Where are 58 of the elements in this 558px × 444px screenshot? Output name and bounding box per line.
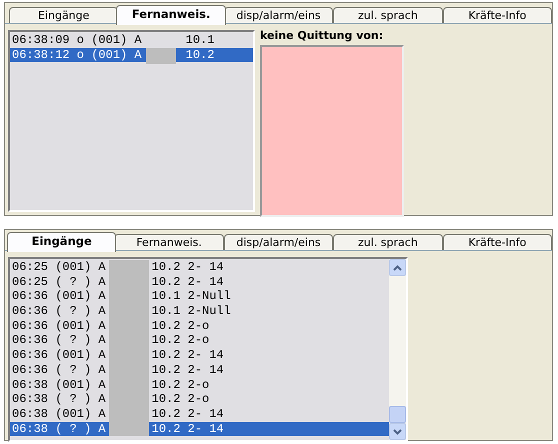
list-item[interactable]: 06:36 ( ? ) A 10.2 2- 14 xyxy=(10,362,389,378)
entry-text: 06:25 ( ? ) A xyxy=(12,274,106,290)
caret-up-icon xyxy=(393,264,402,270)
tab[interactable]: Eingänge xyxy=(9,7,118,23)
entry-text: 06:36 ( ? ) A xyxy=(12,304,106,319)
entry-text: 06:36 (001) A xyxy=(12,289,106,304)
tab[interactable]: Fernanweis. xyxy=(116,5,226,25)
list-item[interactable]: 06:38 ( ? ) A 10.2 2-o xyxy=(10,392,389,407)
entry-text: 10.2 2-o xyxy=(152,333,210,348)
entry-text: 10.2 2- 14 xyxy=(152,406,224,422)
list-item[interactable]: 06:38 (001) A 10.2 2- 14 xyxy=(10,406,389,422)
tab[interactable]: Kräfte-Info xyxy=(442,7,552,23)
list-item[interactable]: 06:25 (001) A 10.2 2- 14 xyxy=(10,260,389,275)
entry-text: 06:38 ( ? ) A xyxy=(12,422,106,436)
entry-text: 06:38:12 o (001) A xyxy=(12,48,142,62)
entry-text: 06:36 (001) A xyxy=(12,318,106,334)
list-item[interactable]: 06:38:09 o (001) A 10.1 xyxy=(10,33,253,48)
scroll-thumb[interactable] xyxy=(389,406,406,423)
entry-text: 10.1 2-Null xyxy=(152,304,231,319)
entry-text: 06:38 (001) A xyxy=(12,406,106,422)
entry-text: 10.2 2-o xyxy=(152,392,210,407)
caret-down-icon xyxy=(393,428,402,434)
list-item[interactable]: 06:36 (001) A 10.1 2-Null xyxy=(10,289,389,304)
tab[interactable]: zul. sprach xyxy=(333,234,443,250)
list-item[interactable]: 06:36 ( ? ) A 10.1 2-Null xyxy=(10,304,389,319)
entry-text: 06:36 ( ? ) A xyxy=(12,333,106,348)
entry-text: 06:25 (001) A xyxy=(12,260,106,275)
tab[interactable]: Kräfte-Info xyxy=(442,234,552,250)
tab[interactable]: Eingänge xyxy=(7,232,116,252)
entry-text: 10.2 2-o xyxy=(152,378,210,392)
section-label: keine Quittung von: xyxy=(260,30,384,42)
entry-text: 10.2 2- 14 xyxy=(152,348,224,363)
scroll-down-button[interactable] xyxy=(389,423,406,440)
list-item[interactable]: 06:36 (001) A 10.2 2-o xyxy=(10,318,389,334)
entry-text: 10.1 2-Null xyxy=(152,289,231,304)
list-item[interactable]: 06:25 ( ? ) A 10.2 2- 14 xyxy=(10,274,389,290)
tab[interactable]: Fernanweis. xyxy=(114,234,224,250)
list-item[interactable]: 06:36 ( ? ) A 10.2 2-o xyxy=(10,333,389,348)
entry-text: 10.2 2- 14 xyxy=(152,362,224,378)
entry-text: 06:36 ( ? ) A xyxy=(12,362,106,378)
entry-text: 06:38 (001) A xyxy=(12,378,106,392)
tab[interactable]: disp/alarm/eins xyxy=(224,234,334,250)
entry-text: 06:38 ( ? ) A xyxy=(12,392,106,407)
list-item[interactable]: 06:36 (001) A 10.2 2- 14 xyxy=(10,348,389,363)
entry-text: 10.2 2- 14 xyxy=(152,422,224,436)
entry-text: 10.2 2- 14 xyxy=(152,274,224,290)
entry-text: 06:36 (001) A xyxy=(12,348,106,363)
entry-text: 10.1 xyxy=(186,33,214,48)
entry-text: 10.2 2-o xyxy=(152,318,210,334)
redaction-block xyxy=(146,48,176,64)
entry-text: 10.2 2- 14 xyxy=(152,260,224,275)
tab[interactable]: disp/alarm/eins xyxy=(224,7,334,23)
scrollbar[interactable] xyxy=(389,259,406,440)
entry-text: 06:38:09 o (001) A xyxy=(12,33,142,48)
scroll-up-button[interactable] xyxy=(389,259,406,276)
list-item[interactable]: 06:38 (001) A 10.2 2-o xyxy=(10,378,389,392)
entry-text: 10.2 xyxy=(186,48,214,62)
tab[interactable]: zul. sprach xyxy=(333,7,443,23)
